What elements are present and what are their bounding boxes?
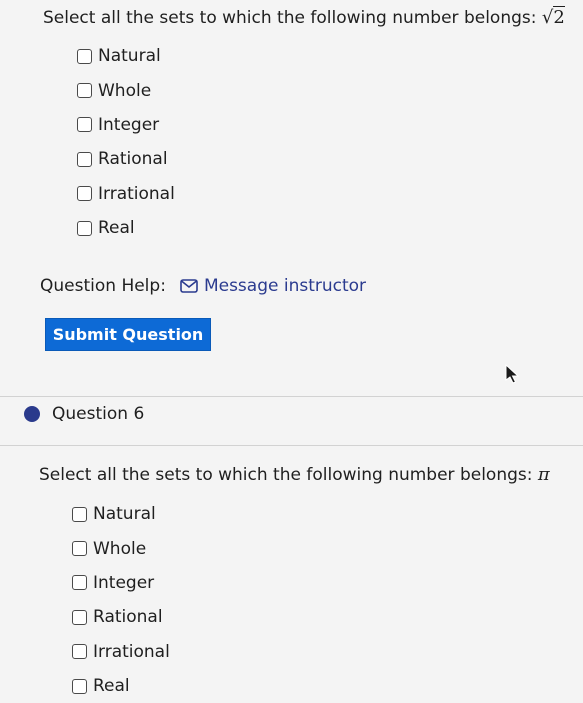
submit-question-button[interactable]: Submit Question	[45, 318, 211, 351]
option-label: Real	[93, 676, 130, 697]
option-rational[interactable]: Rational	[72, 600, 170, 634]
option-label: Rational	[98, 149, 168, 170]
option-rational[interactable]: Rational	[77, 142, 175, 176]
checkbox[interactable]	[72, 644, 87, 660]
option-natural[interactable]: Natural	[77, 39, 175, 73]
checkbox[interactable]	[77, 186, 92, 202]
question-prompt: Select all the sets to which the followi…	[39, 464, 550, 485]
radical-sign: √	[541, 7, 554, 28]
pi-symbol: π	[537, 464, 550, 485]
checkbox[interactable]	[77, 83, 92, 99]
checkbox[interactable]	[72, 541, 87, 557]
message-instructor-link[interactable]: Message instructor	[180, 276, 366, 296]
option-irrational[interactable]: Irrational	[72, 635, 170, 669]
option-whole[interactable]: Whole	[72, 531, 170, 565]
option-label: Irrational	[93, 641, 170, 662]
divider	[0, 396, 583, 397]
question-prompt: Select all the sets to which the followi…	[43, 6, 565, 28]
checkbox[interactable]	[77, 151, 92, 167]
prompt-text: Select all the sets to which the followi…	[39, 465, 533, 485]
radicand: 2	[553, 6, 565, 28]
option-natural[interactable]: Natural	[72, 497, 170, 531]
prompt-text: Select all the sets to which the followi…	[43, 8, 537, 28]
question-status-dot	[24, 406, 40, 422]
option-label: Whole	[98, 80, 152, 101]
message-instructor-label: Message instructor	[203, 276, 367, 296]
option-real[interactable]: Real	[77, 211, 175, 245]
option-label: Natural	[93, 504, 156, 525]
answer-options: Natural Whole Integer Rational Irrationa…	[77, 39, 175, 245]
option-label: Natural	[98, 46, 161, 67]
option-label: Integer	[98, 114, 160, 135]
option-integer[interactable]: Integer	[77, 108, 175, 142]
help-label: Question Help:	[40, 276, 166, 296]
answer-options: Natural Whole Integer Rational Irrationa…	[72, 497, 170, 703]
mouse-pointer-icon	[505, 364, 520, 384]
question-help: Question Help: Message instructor	[40, 276, 366, 296]
option-label: Whole	[93, 538, 147, 559]
checkbox[interactable]	[77, 48, 92, 64]
option-irrational[interactable]: Irrational	[77, 177, 175, 211]
option-integer[interactable]: Integer	[72, 566, 170, 600]
option-label: Real	[98, 218, 135, 239]
checkbox[interactable]	[77, 220, 92, 236]
option-whole[interactable]: Whole	[77, 73, 175, 107]
checkbox[interactable]	[72, 506, 87, 522]
checkbox[interactable]	[72, 609, 87, 625]
option-real[interactable]: Real	[72, 669, 170, 703]
option-label: Irrational	[98, 183, 175, 204]
question-title: Question 6	[52, 404, 145, 424]
envelope-icon	[180, 279, 198, 293]
checkbox[interactable]	[72, 575, 87, 591]
option-label: Integer	[93, 572, 155, 593]
question-6-header: Question 6	[24, 404, 144, 424]
checkbox[interactable]	[72, 678, 87, 694]
sqrt-expression: √2	[542, 6, 565, 28]
divider	[0, 445, 583, 446]
option-label: Rational	[93, 607, 163, 628]
checkbox[interactable]	[77, 117, 92, 133]
